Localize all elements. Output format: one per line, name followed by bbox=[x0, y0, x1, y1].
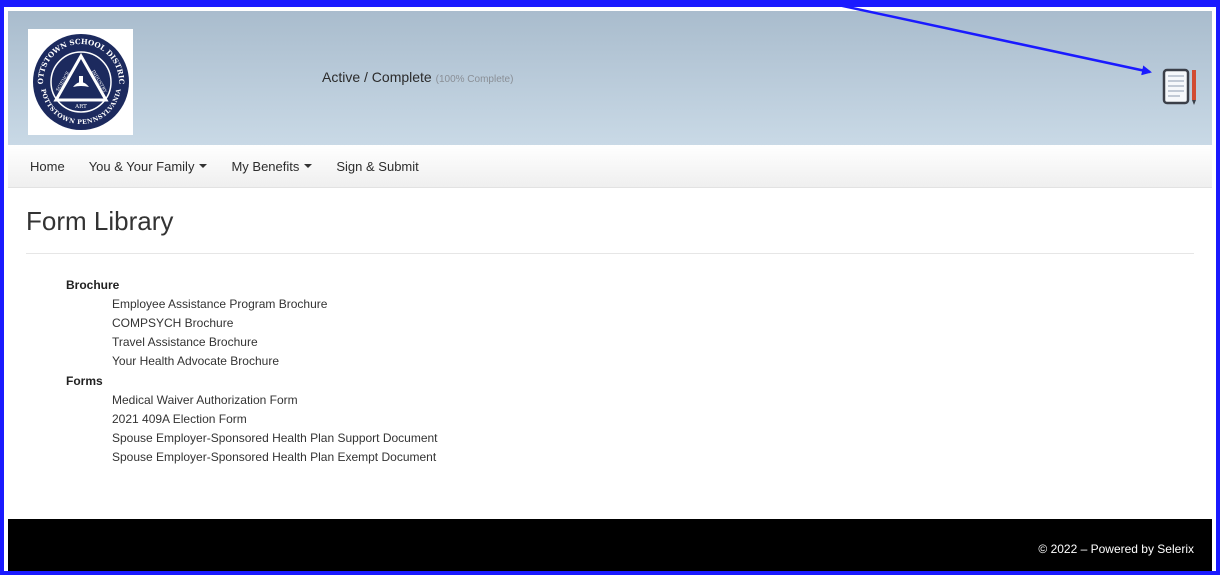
nav-family-label: You & Your Family bbox=[88, 158, 195, 174]
document-link[interactable]: Spouse Employer-Sponsored Health Plan Su… bbox=[112, 429, 438, 448]
district-logo: POTTSTOWN SCHOOL DISTRICT POTTSTOWN PENN… bbox=[28, 29, 133, 135]
caret-down-icon bbox=[199, 164, 208, 168]
nav-sign-and-submit[interactable]: Sign & Submit bbox=[324, 145, 430, 187]
document-link[interactable]: Employee Assistance Program Brochure bbox=[112, 295, 438, 314]
status-percent: (100% Complete) bbox=[435, 74, 514, 85]
seal-art-text: ART bbox=[74, 104, 87, 110]
caret-down-icon bbox=[304, 164, 313, 168]
section-title-forms: Forms bbox=[66, 374, 103, 388]
status-label: Active / Complete bbox=[322, 69, 432, 85]
form-library-list: Brochure Employee Assistance Program Bro… bbox=[66, 275, 438, 467]
header-banner: POTTSTOWN SCHOOL DISTRICT POTTSTOWN PENN… bbox=[8, 11, 1212, 145]
district-seal-icon: POTTSTOWN SCHOOL DISTRICT POTTSTOWN PENN… bbox=[31, 32, 129, 130]
section-title-brochure: Brochure bbox=[66, 278, 120, 292]
document-link[interactable]: Travel Assistance Brochure bbox=[112, 333, 438, 352]
page-title: Form Library bbox=[26, 206, 174, 236]
document-link[interactable]: Medical Waiver Authorization Form bbox=[112, 391, 438, 410]
app-frame: POTTSTOWN SCHOOL DISTRICT POTTSTOWN PENN… bbox=[0, 0, 1220, 575]
nav-home-label: Home bbox=[30, 158, 65, 174]
footer: © 2022 – Powered by Selerix bbox=[8, 519, 1212, 571]
document-link[interactable]: COMPSYCH Brochure bbox=[112, 314, 438, 333]
document-link[interactable]: Spouse Employer-Sponsored Health Plan Ex… bbox=[112, 448, 438, 467]
main-nav: Home You & Your Family My Benefits Sign … bbox=[8, 145, 1212, 188]
footer-text: © 2022 – Powered by Selerix bbox=[1038, 542, 1194, 556]
notepad-icon[interactable] bbox=[1162, 67, 1198, 107]
document-link[interactable]: 2021 409A Election Form bbox=[112, 410, 438, 429]
nav-sign-submit-label: Sign & Submit bbox=[336, 158, 419, 174]
document-link[interactable]: Your Health Advocate Brochure bbox=[112, 352, 438, 371]
enrollment-status: Active / Complete (100% Complete) bbox=[322, 69, 513, 85]
nav-benefits-label: My Benefits bbox=[231, 158, 300, 174]
nav-my-benefits[interactable]: My Benefits bbox=[219, 145, 324, 187]
title-divider bbox=[26, 253, 1194, 254]
nav-you-and-your-family[interactable]: You & Your Family bbox=[77, 145, 220, 187]
nav-home[interactable]: Home bbox=[8, 145, 77, 187]
